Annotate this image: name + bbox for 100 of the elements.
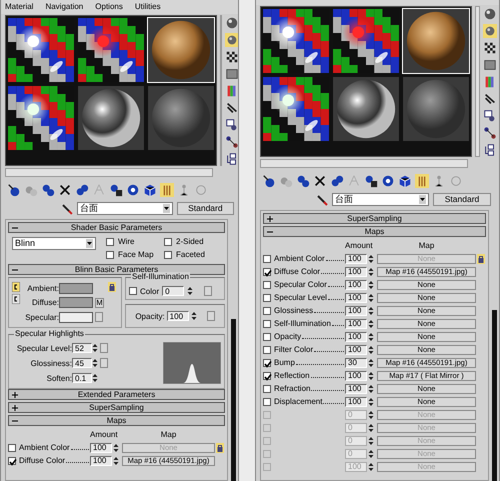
nodes-icon[interactable]: [483, 126, 497, 140]
amount-field[interactable]: 30: [345, 358, 367, 368]
spinner-icon[interactable]: [187, 286, 194, 296]
material-preview[interactable]: [332, 76, 400, 142]
number-field[interactable]: 52: [72, 343, 92, 354]
checkbox[interactable]: [263, 384, 271, 392]
amount-field[interactable]: 100: [345, 254, 367, 264]
checkbox[interactable]: [106, 238, 114, 246]
rollout-header[interactable]: Maps: [8, 415, 225, 426]
amount-field[interactable]: 100: [345, 384, 367, 394]
dropdown-arrow-icon[interactable]: [419, 195, 426, 204]
checkbox[interactable]: [164, 250, 172, 259]
checkbox[interactable]: [263, 450, 271, 458]
rollout-header[interactable]: Maps: [263, 226, 486, 237]
checkbox[interactable]: [8, 444, 16, 452]
link-icon[interactable]: [75, 183, 89, 197]
amount-field[interactable]: 100: [345, 318, 367, 328]
scrollbar[interactable]: [475, 6, 480, 157]
checkbox[interactable]: [263, 424, 271, 432]
checkbox[interactable]: [263, 280, 271, 288]
checkbox[interactable]: [263, 306, 271, 314]
color-swatch[interactable]: [59, 283, 93, 294]
spheres-icon[interactable]: [41, 183, 55, 197]
checkbox[interactable]: [263, 294, 271, 302]
checkbox[interactable]: [164, 238, 172, 246]
stack-icon[interactable]: [483, 143, 497, 157]
number-field[interactable]: 0: [162, 286, 184, 296]
link-icon[interactable]: [330, 174, 344, 188]
checkbox[interactable]: [263, 268, 271, 276]
checkbox[interactable]: [129, 287, 137, 296]
bars-icon[interactable]: [160, 183, 174, 197]
sphere-icon[interactable]: [381, 174, 395, 188]
rollout-header[interactable]: SuperSampling: [263, 213, 486, 224]
checkbox[interactable]: [263, 372, 271, 380]
scrollbar[interactable]: [231, 319, 236, 481]
menu-item[interactable]: Material: [5, 2, 34, 12]
amount-field[interactable]: 100: [345, 344, 367, 354]
material-type-button[interactable]: Standard: [433, 193, 491, 206]
amount-field[interactable]: 100: [345, 292, 367, 302]
rollout-header[interactable]: Shader Basic Parameters: [8, 222, 225, 233]
amount-field[interactable]: 100: [90, 456, 112, 466]
checkbox[interactable]: [263, 332, 271, 340]
dropdown-arrow-icon[interactable]: [86, 239, 93, 248]
checkbox[interactable]: [263, 358, 271, 366]
material-type-button[interactable]: Standard: [176, 202, 234, 215]
checker-icon[interactable]: [483, 41, 497, 55]
cube-icon[interactable]: [143, 183, 157, 197]
square-icon[interactable]: [483, 58, 497, 72]
checkbox[interactable]: [263, 398, 271, 406]
eyedropper-icon[interactable]: [61, 202, 73, 214]
material-preview[interactable]: [77, 17, 145, 83]
shader-dropdown[interactable]: Blinn: [12, 237, 96, 250]
amount-field[interactable]: 100: [345, 266, 367, 276]
scrollbar[interactable]: [492, 310, 497, 481]
amount-field[interactable]: 100: [345, 370, 367, 380]
scrollbar[interactable]: [260, 159, 468, 168]
stack-icon[interactable]: [225, 152, 238, 166]
checkbox[interactable]: [263, 436, 271, 444]
scrollbar[interactable]: [5, 168, 213, 177]
sphere-icon[interactable]: [7, 183, 21, 197]
sphere-icon[interactable]: [483, 7, 497, 21]
menu-item[interactable]: Navigation: [45, 2, 84, 12]
checkbox[interactable]: [263, 410, 271, 418]
dropdown-arrow-icon[interactable]: [162, 204, 170, 213]
material-name-field[interactable]: 台面: [332, 193, 429, 206]
sphere-icon[interactable]: [126, 183, 140, 197]
checkbox[interactable]: [263, 462, 271, 470]
checkbox[interactable]: [263, 254, 271, 262]
checkbox[interactable]: [263, 320, 271, 328]
amount-field[interactable]: 100: [345, 332, 367, 342]
rollout-header[interactable]: SuperSampling: [8, 402, 225, 414]
amount-field[interactable]: 100: [345, 396, 367, 406]
menu-item[interactable]: Utilities: [134, 2, 161, 12]
bars-icon[interactable]: [415, 174, 429, 188]
square-icon[interactable]: [225, 67, 238, 81]
close-icon[interactable]: [313, 174, 327, 188]
scrollbar[interactable]: [220, 15, 222, 166]
nodes-icon[interactable]: [225, 135, 238, 149]
checkbox[interactable]: [263, 346, 271, 354]
color-swatch[interactable]: [59, 312, 93, 323]
amount-field[interactable]: 100: [345, 306, 367, 316]
material-name-field[interactable]: 台面: [76, 202, 173, 215]
material-preview[interactable]: [332, 8, 400, 74]
rollout-header[interactable]: Extended Parameters: [8, 389, 225, 400]
color-swatch[interactable]: [59, 297, 93, 308]
spheres-icon[interactable]: [296, 174, 310, 188]
amount-field[interactable]: 100: [90, 442, 112, 453]
lock-toggle-icon[interactable]: [12, 282, 20, 292]
color-bars-icon[interactable]: [225, 84, 238, 98]
number-field[interactable]: 100: [166, 311, 189, 322]
checkbox[interactable]: [106, 250, 114, 259]
amount-field[interactable]: 100: [345, 280, 367, 290]
number-field[interactable]: 45: [72, 358, 92, 368]
material-preview[interactable]: [262, 8, 330, 74]
checkbox[interactable]: [8, 456, 16, 465]
cube-icon[interactable]: [398, 174, 412, 188]
menu-item[interactable]: Options: [95, 2, 123, 12]
material-preview[interactable]: [7, 85, 75, 151]
material-preview[interactable]: [7, 17, 75, 83]
number-field[interactable]: 0.1: [72, 373, 92, 384]
